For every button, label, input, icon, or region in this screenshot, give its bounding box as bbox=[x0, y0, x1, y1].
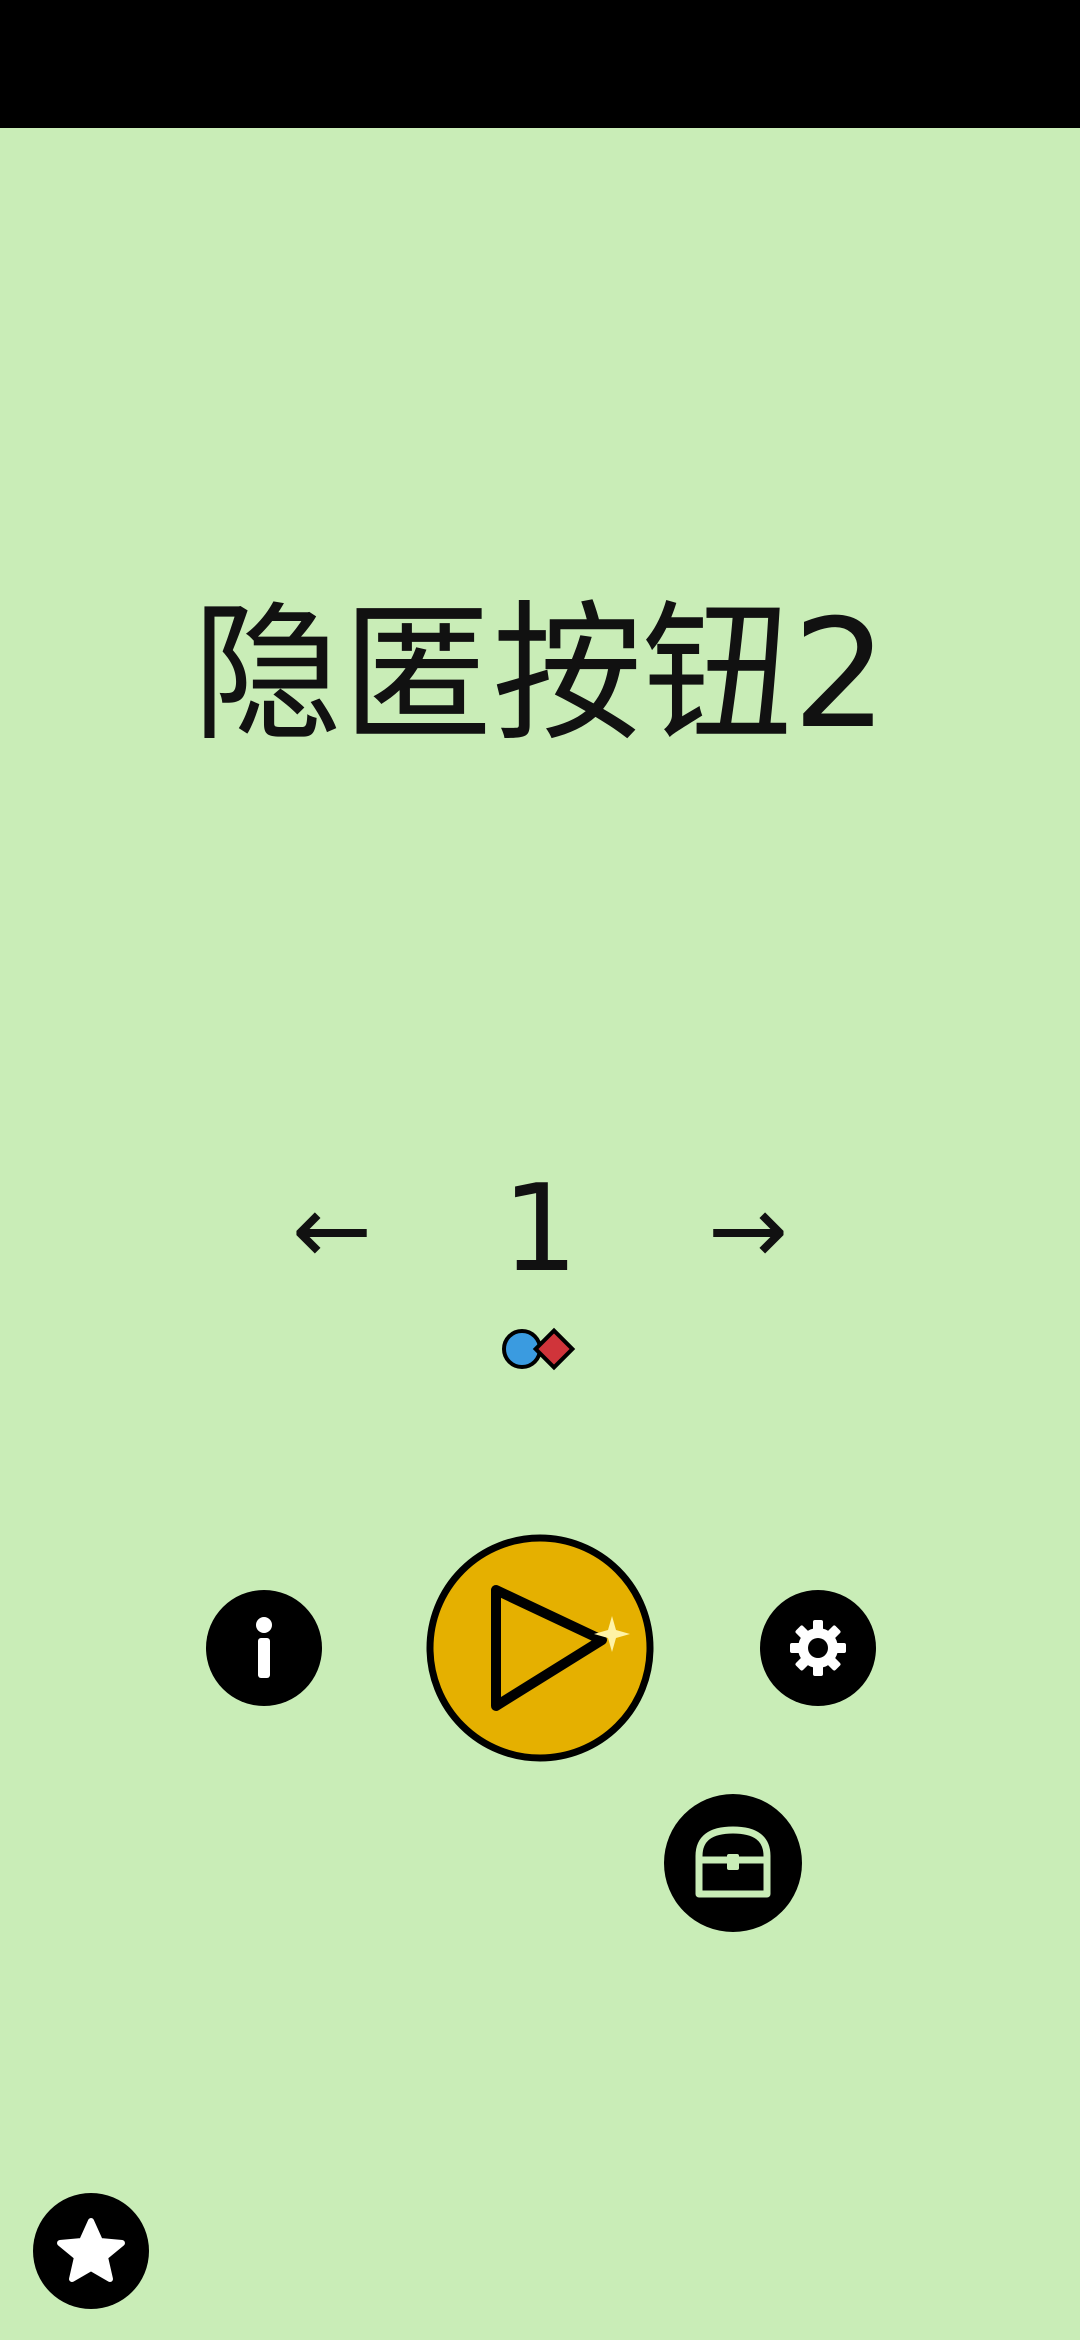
info-icon bbox=[256, 1617, 272, 1678]
level-shapes bbox=[502, 1327, 576, 1371]
game-title: 隐匿按钮2 bbox=[192, 588, 888, 762]
play-button[interactable] bbox=[424, 1532, 656, 1764]
status-bar bbox=[0, 0, 1080, 128]
treasure-chest-icon bbox=[695, 1826, 771, 1898]
level-number: 1 bbox=[501, 1160, 579, 1299]
previous-level-button[interactable]: ← bbox=[272, 1160, 392, 1300]
info-button[interactable] bbox=[206, 1590, 322, 1706]
settings-button[interactable] bbox=[760, 1590, 876, 1706]
next-level-button[interactable]: → bbox=[688, 1160, 808, 1300]
star-button[interactable] bbox=[33, 2193, 149, 2309]
gear-icon bbox=[790, 1620, 846, 1676]
level-selector: ← 1 → bbox=[0, 1160, 1080, 1300]
red-diamond-icon bbox=[532, 1327, 576, 1371]
star-icon bbox=[57, 2218, 125, 2282]
treasure-chest-button[interactable] bbox=[664, 1794, 802, 1932]
